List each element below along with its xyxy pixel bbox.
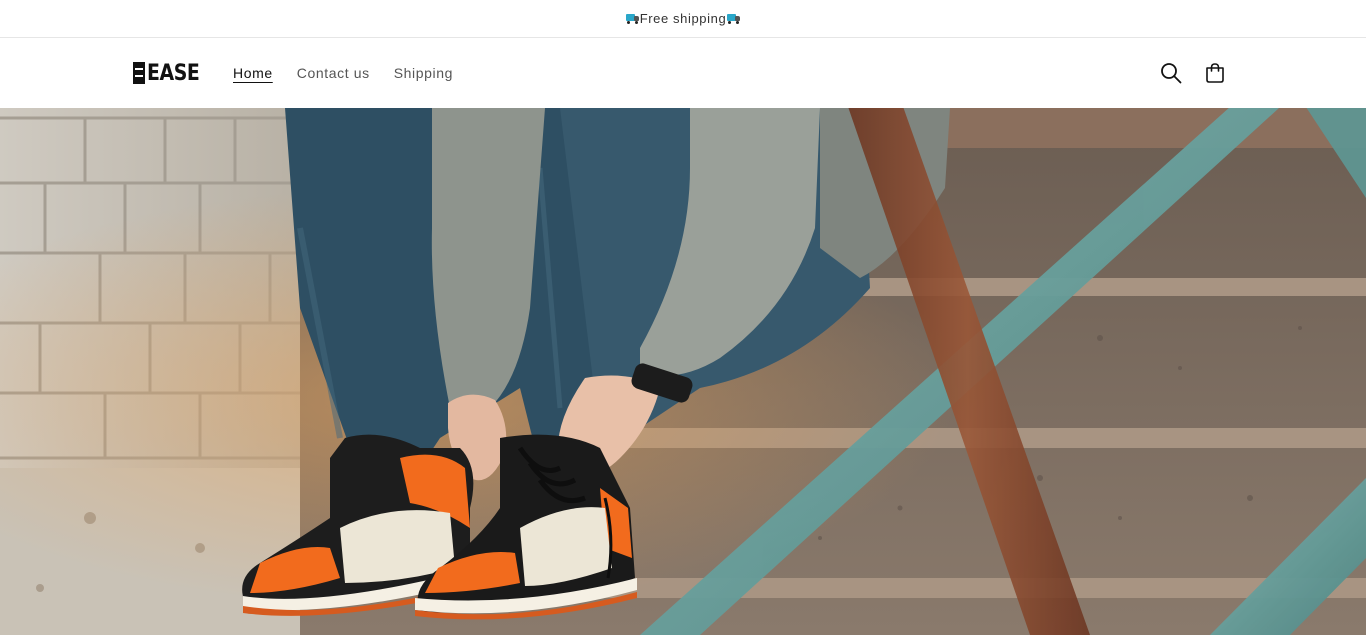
nav-link-shipping[interactable]: Shipping bbox=[394, 65, 453, 81]
logo-text: EASE bbox=[147, 60, 200, 86]
site-header: EASE Home Contact us Shipping bbox=[0, 38, 1366, 107]
truck-icon bbox=[625, 13, 639, 24]
nav-link-contact-us[interactable]: Contact us bbox=[297, 65, 370, 81]
store-logo[interactable]: EASE bbox=[133, 60, 208, 86]
announcement-bar: Free shipping bbox=[0, 0, 1366, 38]
truck-icon bbox=[727, 13, 741, 24]
search-icon[interactable] bbox=[1160, 62, 1182, 84]
main-nav: Home Contact us Shipping bbox=[233, 38, 453, 107]
nav-link-home[interactable]: Home bbox=[233, 65, 273, 81]
announcement-text: Free shipping bbox=[639, 11, 727, 26]
hero-banner-image[interactable] bbox=[0, 108, 1366, 635]
header-icons bbox=[1160, 38, 1226, 107]
cart-icon[interactable] bbox=[1204, 62, 1226, 84]
logo-mark-icon bbox=[133, 62, 145, 84]
